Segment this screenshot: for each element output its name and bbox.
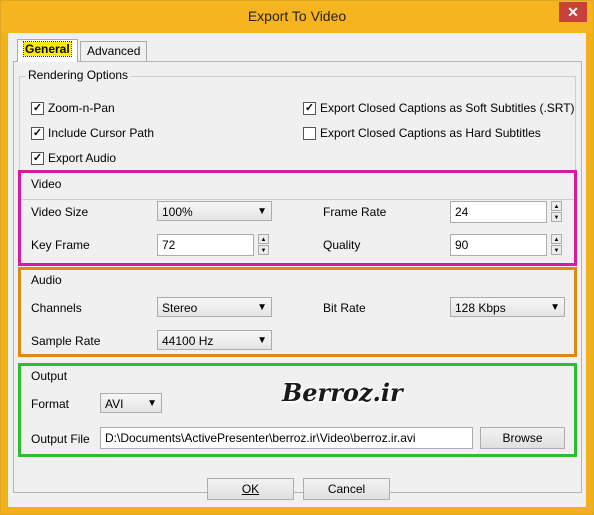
quality-label: Quality xyxy=(323,238,361,252)
checkbox-empty-icon xyxy=(303,127,316,140)
title-bar[interactable]: Export To Video ✕ xyxy=(1,1,593,33)
spin-down-icon[interactable]: ▼ xyxy=(551,245,562,255)
sample-rate-value: 44100 Hz xyxy=(162,334,214,348)
browse-button[interactable]: Browse xyxy=(480,427,565,449)
tab-general-label: General xyxy=(23,41,72,57)
channels-label: Channels xyxy=(31,301,82,315)
include-cursor-path-checkbox[interactable]: ✓ Include Cursor Path xyxy=(31,125,154,141)
checkbox-label: Export Audio xyxy=(48,151,117,165)
key-frame-input[interactable]: 72 xyxy=(157,234,254,256)
checkbox-label: Export Closed Captions as Soft Subtitles… xyxy=(320,101,575,115)
frame-rate-input[interactable]: 24 xyxy=(450,201,547,223)
ok-button[interactable]: OK xyxy=(207,478,294,500)
channels-value: Stereo xyxy=(162,301,198,315)
bit-rate-value: 128 Kbps xyxy=(455,301,506,315)
sample-rate-label: Sample Rate xyxy=(31,334,101,348)
channels-select[interactable]: Stereo ▼ xyxy=(157,297,272,317)
chevron-down-icon: ▼ xyxy=(147,398,157,409)
tab-general[interactable]: General xyxy=(17,39,78,62)
hard-subtitles-checkbox[interactable]: Export Closed Captions as Hard Subtitles xyxy=(303,125,541,141)
key-frame-label: Key Frame xyxy=(31,238,90,252)
quality-stepper[interactable]: ▲ ▼ xyxy=(551,234,562,256)
video-size-select[interactable]: 100% ▼ xyxy=(157,201,272,221)
checkbox-label: Include Cursor Path xyxy=(48,126,155,140)
ok-button-label: OK xyxy=(241,482,260,496)
frame-rate-label: Frame Rate xyxy=(323,205,387,219)
video-size-label: Video Size xyxy=(31,205,89,219)
zoom-n-pan-checkbox[interactable]: ✓ Zoom-n-Pan xyxy=(31,100,115,116)
checkbox-check-icon: ✓ xyxy=(31,127,44,140)
checkbox-label: Zoom-n-Pan xyxy=(48,101,115,115)
chevron-down-icon: ▼ xyxy=(257,302,267,313)
cancel-button-label: Cancel xyxy=(327,482,366,496)
format-select[interactable]: AVI ▼ xyxy=(100,393,162,413)
format-value: AVI xyxy=(105,397,124,411)
output-file-label: Output File xyxy=(31,432,90,446)
dialog-window: Export To Video ✕ General Advanced Rende… xyxy=(0,0,594,515)
export-audio-checkbox[interactable]: ✓ Export Audio xyxy=(31,150,116,166)
chevron-down-icon: ▼ xyxy=(257,335,267,346)
checkbox-check-icon: ✓ xyxy=(31,152,44,165)
chevron-down-icon: ▼ xyxy=(257,206,267,217)
video-group-title: Video xyxy=(29,177,64,191)
sample-rate-select[interactable]: 44100 Hz ▼ xyxy=(157,330,272,350)
video-size-value: 100% xyxy=(162,205,193,219)
quality-input[interactable]: 90 xyxy=(450,234,547,256)
cancel-button[interactable]: Cancel xyxy=(303,478,390,500)
watermark-text: Berroz.ir xyxy=(282,378,403,407)
rendering-options-title: Rendering Options xyxy=(26,68,131,82)
format-label: Format xyxy=(31,397,70,411)
spin-up-icon[interactable]: ▲ xyxy=(551,201,562,211)
close-button[interactable]: ✕ xyxy=(559,2,587,22)
window-title: Export To Video xyxy=(247,8,347,24)
spin-up-icon[interactable]: ▲ xyxy=(551,234,562,244)
chevron-down-icon: ▼ xyxy=(550,302,560,313)
dialog-body: General Advanced Rendering Options ✓ Zoo… xyxy=(8,33,586,507)
checkbox-check-icon: ✓ xyxy=(31,102,44,115)
output-file-input[interactable]: D:\Documents\ActivePresenter\berroz.ir\V… xyxy=(100,427,473,449)
bit-rate-label: Bit Rate xyxy=(323,301,366,315)
bit-rate-select[interactable]: 128 Kbps ▼ xyxy=(450,297,565,317)
spin-up-icon[interactable]: ▲ xyxy=(258,234,269,244)
key-frame-stepper[interactable]: ▲ ▼ xyxy=(258,234,269,256)
tab-advanced[interactable]: Advanced xyxy=(80,41,148,62)
audio-group-title: Audio xyxy=(29,273,64,287)
general-panel: Rendering Options ✓ Zoom-n-Pan ✓ Include… xyxy=(13,61,582,493)
spin-down-icon[interactable]: ▼ xyxy=(258,245,269,255)
checkbox-label: Export Closed Captions as Hard Subtitles xyxy=(320,126,541,140)
output-group-title: Output xyxy=(29,369,70,383)
checkbox-check-icon: ✓ xyxy=(303,102,316,115)
frame-rate-stepper[interactable]: ▲ ▼ xyxy=(551,201,562,223)
soft-subtitles-checkbox[interactable]: ✓ Export Closed Captions as Soft Subtitl… xyxy=(303,100,575,116)
spin-down-icon[interactable]: ▼ xyxy=(551,212,562,222)
